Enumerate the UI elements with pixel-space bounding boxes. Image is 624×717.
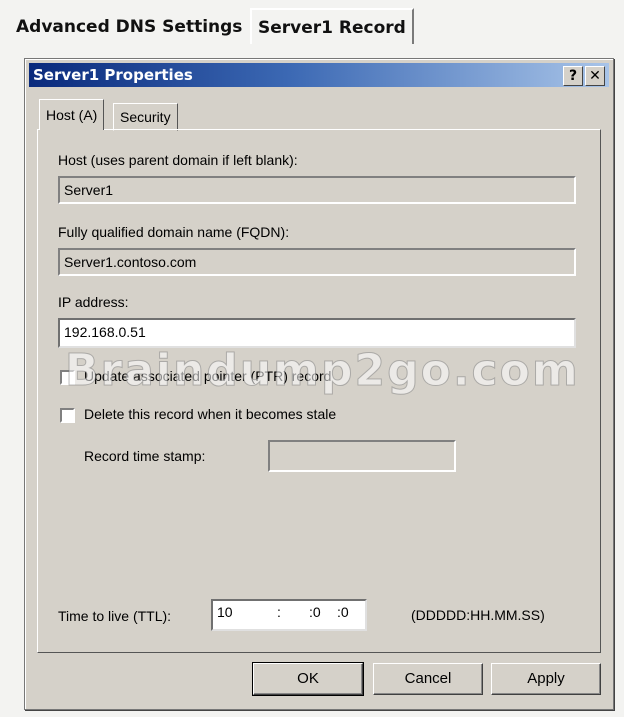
tab-security[interactable]: Security	[113, 103, 178, 131]
help-button[interactable]: ?	[563, 66, 583, 86]
update-ptr-label[interactable]: Update associated pointer (PTR) record	[84, 368, 331, 384]
ttl-hours[interactable]: :	[277, 604, 281, 620]
outer-tab-strip: Advanced DNS Settings Server1 Record	[0, 0, 624, 46]
delete-stale-checkbox[interactable]	[60, 408, 75, 423]
delete-stale-label[interactable]: Delete this record when it becomes stale	[84, 406, 336, 422]
ttl-format-hint: (DDDDD:HH.MM.SS)	[411, 607, 545, 623]
tab-server1-record[interactable]: Server1 Record	[250, 8, 414, 44]
ttl-seconds[interactable]: :0	[337, 604, 349, 620]
host-label: Host (uses parent domain if left blank):	[58, 152, 298, 168]
ip-address-input[interactable]: 192.168.0.51	[58, 318, 576, 348]
fqdn-field: Server1.contoso.com	[58, 248, 576, 276]
ttl-minutes[interactable]: :0	[309, 604, 321, 620]
record-time-stamp-field	[268, 440, 456, 472]
tab-advanced-dns-settings[interactable]: Advanced DNS Settings	[10, 12, 248, 42]
cancel-button[interactable]: Cancel	[373, 663, 483, 695]
server1-properties-dialog: Server1 Properties ? ✕ Host (A) Security…	[24, 58, 614, 710]
title-bar[interactable]: Server1 Properties ? ✕	[29, 63, 609, 87]
fqdn-label: Fully qualified domain name (FQDN):	[58, 224, 290, 240]
ttl-input[interactable]: 10 : :0 :0	[211, 599, 367, 631]
ttl-label: Time to live (TTL):	[58, 608, 172, 624]
dialog-title: Server1 Properties	[33, 66, 193, 84]
record-time-stamp-label: Record time stamp:	[84, 448, 206, 464]
tab-host-a[interactable]: Host (A)	[39, 99, 105, 130]
ttl-days[interactable]: 10	[217, 604, 233, 620]
close-button[interactable]: ✕	[585, 66, 605, 86]
host-field: Server1	[58, 176, 576, 204]
apply-button[interactable]: Apply	[491, 663, 601, 695]
ip-address-label: IP address:	[58, 294, 129, 310]
host-tab-panel: Host (uses parent domain if left blank):…	[37, 129, 601, 653]
update-ptr-checkbox[interactable]	[60, 370, 75, 385]
ok-button[interactable]: OK	[252, 662, 364, 696]
